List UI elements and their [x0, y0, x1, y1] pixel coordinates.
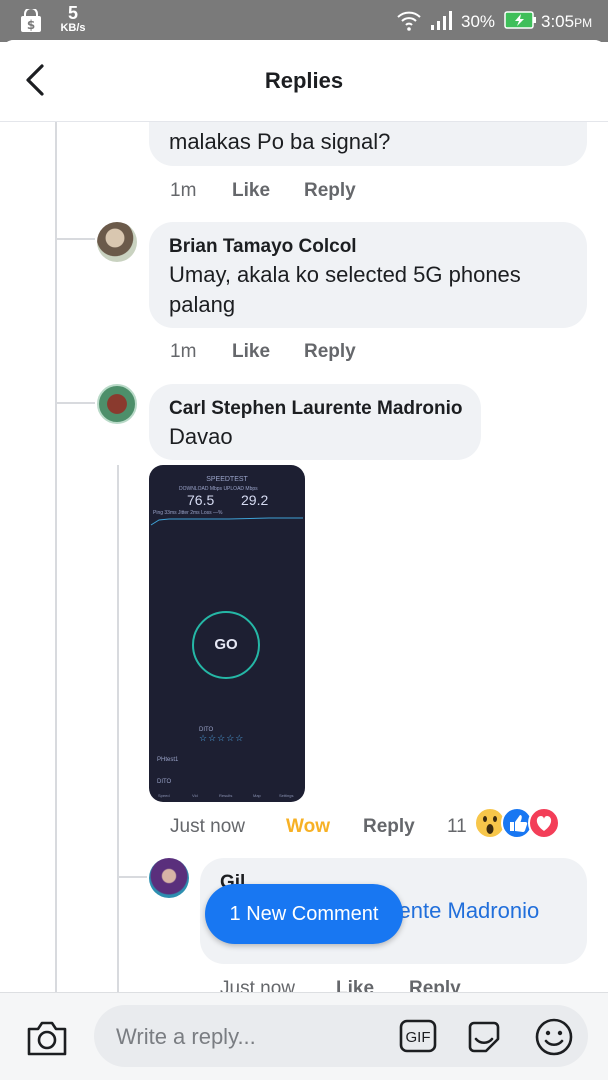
like-button[interactable]: Like — [232, 180, 270, 202]
reply-button[interactable]: Reply — [363, 816, 415, 838]
nav-label: Speed — [158, 793, 170, 798]
comment-time: 1m — [170, 180, 197, 201]
comment-time: 1m — [170, 341, 197, 362]
nav-label: Vid — [192, 793, 198, 798]
shopping-bag-icon: $ — [21, 9, 41, 32]
network-speed: 5 KB/s — [58, 4, 88, 34]
rating-stars: ☆☆☆☆☆ — [199, 733, 245, 743]
comment-text: malakas Po ba signal? — [169, 129, 391, 154]
thread-connector — [55, 238, 95, 240]
nav-label: Results — [219, 793, 233, 798]
gif-label: GIF — [406, 1029, 431, 1046]
thread-line — [55, 122, 57, 1080]
reaction-label[interactable]: Wow — [286, 816, 330, 838]
clock-ampm: PM — [574, 16, 593, 30]
wifi-icon — [397, 11, 421, 31]
comment-text: palang — [169, 292, 236, 317]
clock: 3:05PM — [541, 12, 592, 32]
reply-composer: Write a reply... GIF — [0, 992, 608, 1080]
emoji-icon[interactable] — [534, 1017, 574, 1057]
reaction-icons[interactable] — [472, 805, 564, 841]
speed-unit: KB/s — [60, 22, 86, 34]
server-name: PHtest1 — [157, 757, 179, 763]
new-comment-button[interactable]: 1 New Comment — [205, 884, 403, 944]
nav-label: Map — [253, 793, 261, 798]
screenshot-nav: Speed Vid Results Map Settings — [149, 778, 305, 802]
speed-value: 5 — [67, 3, 78, 23]
page-title: Replies — [264, 68, 344, 93]
comment-bubble[interactable]: Brian Tamayo Colcol Umay, akala ko selec… — [149, 222, 587, 328]
thread-connector — [117, 876, 147, 878]
speed-graph — [150, 517, 303, 526]
battery-charging-icon — [504, 11, 536, 29]
avatar[interactable] — [149, 858, 189, 898]
comment-author[interactable]: Carl Stephen Laurente Madronio — [169, 398, 462, 420]
clock-time: 3:05 — [541, 12, 575, 31]
comment-time: Just now — [170, 816, 245, 837]
comment-bubble[interactable]: Carl Stephen Laurente Madronio Davao — [149, 384, 481, 460]
status-bar: $ 5 KB/s 30% 3:05PM — [0, 0, 608, 42]
upload-value: 29.2 — [241, 492, 269, 508]
comment-text: Davao — [169, 424, 233, 449]
svg-text:$: $ — [27, 18, 35, 32]
reaction-count[interactable]: 11 — [447, 816, 467, 838]
download-value: 76.5 — [187, 492, 215, 508]
sticker-icon[interactable] — [464, 1017, 504, 1057]
like-button[interactable]: Like — [232, 341, 270, 363]
go-button: GO — [192, 611, 260, 679]
thread-connector — [55, 402, 95, 404]
avatar[interactable] — [97, 384, 137, 424]
reply-placeholder: Write a reply... — [116, 1024, 256, 1049]
reply-input[interactable]: Write a reply... GIF — [94, 1005, 588, 1067]
speedtest-title: SPEEDTEST — [206, 476, 248, 483]
thread-line — [117, 465, 119, 1080]
signal-icon — [431, 11, 452, 30]
camera-icon[interactable] — [26, 1019, 68, 1057]
avatar[interactable] — [97, 222, 137, 262]
header: Replies — [0, 40, 608, 122]
gif-icon[interactable]: GIF — [399, 1019, 437, 1053]
screenshot-statusbar — [149, 465, 305, 475]
attached-screenshot[interactable]: SPEEDTEST DOWNLOAD Mbps UPLOAD Mbps 76.5… — [149, 465, 305, 802]
battery-percent: 30% — [461, 12, 496, 31]
comment-author[interactable]: Brian Tamayo Colcol — [169, 236, 357, 258]
nav-label: Settings — [279, 793, 294, 798]
reply-button[interactable]: Reply — [304, 341, 356, 363]
reply-button[interactable]: Reply — [304, 180, 356, 202]
comment-text: Umay, akala ko selected 5G phones — [169, 262, 521, 287]
